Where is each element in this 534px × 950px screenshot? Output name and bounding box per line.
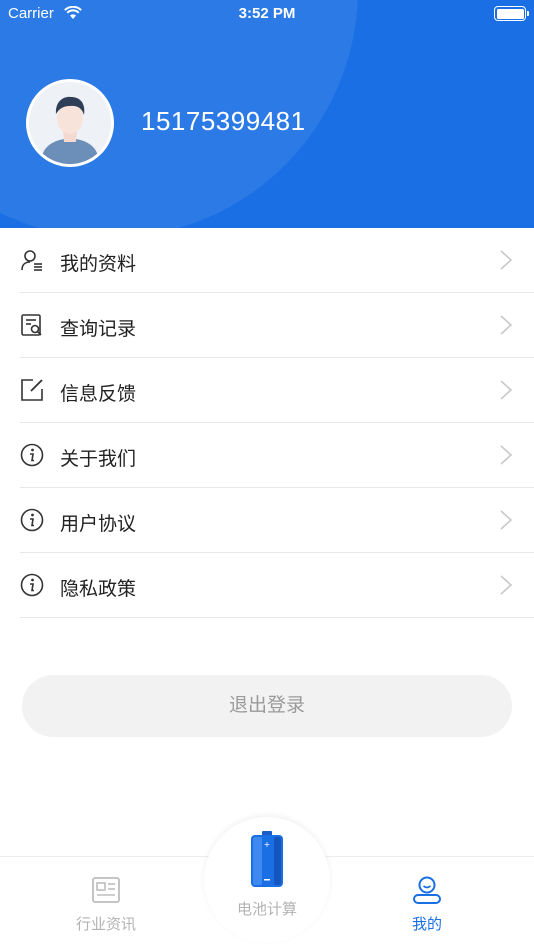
logout-button[interactable]: 退出登录 [22, 675, 512, 737]
chevron-right-icon [500, 510, 513, 530]
battery-icon: + [251, 831, 283, 887]
user-profile-icon [21, 250, 42, 271]
divider [20, 617, 534, 618]
menu-item-label: 我的资料 [60, 254, 137, 275]
avatar-person-icon [29, 82, 111, 164]
chevron-right-icon [500, 380, 513, 400]
tab-label: 电池计算 [236, 901, 297, 918]
svg-text:+: + [264, 840, 271, 849]
tab-battery-calc[interactable]: + 电池计算 [204, 817, 330, 943]
profile-header: Carrier 3:52 PM 15175399481 [0, 0, 534, 228]
menu-item-label: 隐私政策 [60, 579, 137, 600]
tab-label: 我的 [411, 916, 442, 933]
tab-label: 行业资讯 [75, 916, 136, 933]
status-bar: Carrier 3:52 PM [0, 0, 534, 28]
chevron-right-icon [500, 575, 513, 595]
menu-item-label: 用户协议 [60, 514, 137, 535]
menu-item-user-agreement[interactable]: 用户协议 [0, 488, 534, 553]
menu-item-about-us[interactable]: 关于我们 [0, 423, 534, 488]
profile-tab-icon [413, 876, 441, 904]
search-record-icon [21, 314, 42, 336]
info-icon [20, 508, 44, 532]
news-icon [92, 877, 120, 903]
tab-mine[interactable]: 我的 [357, 857, 497, 950]
edit-feedback-icon [21, 379, 43, 401]
settings-menu: 我的资料 查询记录 信息反馈 关于我们 用户协议 隐私政策 [0, 228, 534, 618]
menu-item-label: 查询记录 [60, 319, 137, 340]
status-time: 3:52 PM [238, 5, 296, 22]
info-icon [20, 573, 44, 597]
phone-number: 15175399481 [141, 106, 306, 136]
info-icon [20, 443, 44, 467]
chevron-right-icon [500, 445, 513, 465]
menu-item-label: 关于我们 [60, 449, 137, 470]
battery-status-icon [494, 6, 529, 21]
menu-item-query-records[interactable]: 查询记录 [0, 293, 534, 358]
tab-industry-news[interactable]: 行业资讯 [36, 857, 176, 950]
chevron-right-icon [500, 250, 513, 270]
menu-item-label: 信息反馈 [60, 384, 137, 405]
menu-item-feedback[interactable]: 信息反馈 [0, 358, 534, 423]
chevron-right-icon [500, 315, 513, 335]
avatar[interactable] [26, 79, 114, 167]
menu-item-privacy-policy[interactable]: 隐私政策 [0, 553, 534, 618]
menu-item-my-profile[interactable]: 我的资料 [0, 228, 534, 293]
